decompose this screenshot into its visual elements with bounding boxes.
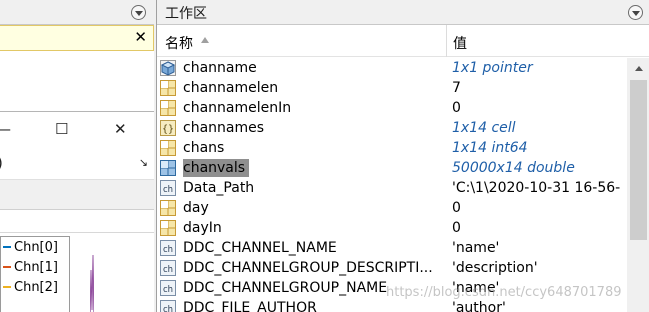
variable-name[interactable]: channamelenIn (183, 99, 295, 117)
variable-value[interactable]: 'description' (452, 259, 538, 277)
variable-name[interactable]: chanvals (183, 159, 250, 177)
figure-toolstrip (0, 180, 154, 210)
dock-arrow-icon[interactable]: ↘ (139, 156, 148, 169)
legend-label: Chn[0] (14, 239, 58, 255)
variable-row[interactable]: chans 1x14 int64 (157, 138, 627, 158)
char-icon: ch (160, 240, 176, 256)
variable-row[interactable]: day 0 (157, 198, 627, 218)
svg-text:ch: ch (163, 245, 173, 255)
variable-row[interactable]: channamelenIn 0 (157, 98, 627, 118)
legend-entry: Chn[0] (3, 238, 58, 256)
variable-value[interactable]: 'name' (452, 239, 499, 257)
variable-name[interactable]: DDC_CHANNEL_NAME (183, 239, 341, 257)
numeric-icon (160, 200, 176, 216)
legend-entry: Chn[2] (3, 278, 58, 296)
plot-signal-trace (90, 254, 94, 312)
panel-menu-icon[interactable] (628, 5, 643, 20)
variable-row[interactable]: ch DDC_CHANNELGROUP_DESCRIPTI... 'descript… (157, 258, 627, 278)
column-header-value[interactable]: 值 (453, 33, 467, 53)
toolbar-partial-icon[interactable]: ) (0, 154, 3, 172)
plot-legend[interactable]: Chn[0] Chn[1] Chn[2] (0, 236, 70, 312)
notification-bar: ✕ (0, 25, 154, 51)
char-icon: ch (160, 280, 176, 296)
svg-text:{}: {} (162, 124, 174, 135)
vertical-scrollbar[interactable] (627, 58, 649, 312)
matrix-icon (160, 160, 176, 176)
left-pane: ✕ — ☐ ✕ ) ↘ Chn[0] Chn[1 (0, 0, 154, 312)
variable-name[interactable]: chans (183, 139, 228, 157)
left-panel-header (0, 0, 154, 25)
variable-row[interactable]: channamelen 7 (157, 78, 627, 98)
variable-name[interactable]: channame (183, 59, 261, 77)
scroll-up-icon[interactable] (627, 58, 649, 78)
variable-value[interactable]: 1x14 cell (452, 119, 516, 137)
variable-name[interactable]: Data_Path (183, 179, 258, 197)
numeric-icon (160, 80, 176, 96)
column-header-name[interactable]: 名称 (165, 33, 193, 53)
svg-text:ch: ch (163, 285, 173, 295)
close-button[interactable]: ✕ (114, 120, 127, 138)
legend-line-icon (3, 286, 11, 288)
workspace-column-header: 名称 值 (157, 25, 649, 57)
legend-line-icon (3, 266, 11, 268)
variable-name[interactable]: dayIn (183, 219, 226, 237)
variable-name[interactable]: channamelen (183, 79, 282, 97)
close-icon[interactable]: ✕ (134, 28, 147, 46)
variable-row[interactable]: ch Data_Path 'C:\1\2020-10-31 16-56- (157, 178, 627, 198)
variable-row[interactable]: ch DDC_FILE_AUTHOR 'author' (157, 298, 627, 312)
variable-row[interactable]: channame 1x1 pointer (157, 58, 627, 78)
variable-row[interactable]: dayIn 0 (157, 218, 627, 238)
variable-row[interactable]: ch DDC_CHANNEL_NAME 'name' (157, 238, 627, 258)
figure-titlebar: — ☐ ✕ (0, 112, 154, 148)
variable-value[interactable]: 'C:\1\2020-10-31 16-56- (452, 179, 620, 197)
svg-text:ch: ch (163, 185, 173, 195)
maximize-button[interactable]: ☐ (55, 120, 68, 138)
variable-value[interactable]: 7 (452, 79, 461, 97)
variable-value[interactable]: 1x1 pointer (452, 59, 533, 77)
svg-text:ch: ch (163, 305, 173, 312)
variable-list: channame 1x1 pointer channamelen 7 channamel… (157, 58, 627, 312)
pointer-icon (160, 60, 176, 76)
variable-name[interactable]: day (183, 199, 213, 217)
svg-text:ch: ch (163, 265, 173, 275)
variable-name[interactable]: channames (183, 119, 268, 137)
plot-area: Chn[0] Chn[1] Chn[2] (0, 210, 154, 312)
watermark-text: https://blog.csdn.net/ccy648701789 (386, 285, 622, 300)
legend-line-icon (3, 246, 11, 248)
variable-name[interactable]: DDC_FILE_AUTHOR (183, 299, 321, 312)
variable-value[interactable]: 'author' (452, 299, 506, 312)
variable-value[interactable]: 1x14 int64 (452, 139, 528, 157)
legend-label: Chn[2] (14, 279, 58, 295)
figure-window: — ☐ ✕ ) ↘ Chn[0] Chn[1] (0, 111, 154, 312)
command-area[interactable] (0, 51, 154, 111)
numeric-icon (160, 100, 176, 116)
numeric-icon (160, 220, 176, 236)
char-icon: ch (160, 300, 176, 312)
variable-value[interactable]: 50000x14 double (452, 159, 575, 177)
sort-ascending-icon[interactable] (201, 37, 209, 43)
legend-label: Chn[1] (14, 259, 58, 275)
char-icon: ch (160, 260, 176, 276)
workspace-panel: 工作区 名称 值 channame 1x1 pointer channamelen 7… (156, 0, 649, 312)
variable-value[interactable]: 0 (452, 199, 461, 217)
cell-icon: {} (160, 120, 176, 136)
figure-toolbar: ) ↘ (0, 148, 154, 180)
variable-value[interactable]: 0 (452, 219, 461, 237)
workspace-title: 工作区 (165, 6, 207, 22)
variable-name[interactable]: DDC_CHANNELGROUP_NAME (183, 279, 391, 297)
variable-name[interactable]: DDC_CHANNELGROUP_DESCRIPTI... (183, 259, 437, 277)
variable-value[interactable]: 0 (452, 99, 461, 117)
column-divider[interactable] (446, 25, 447, 57)
variable-row[interactable]: {} channames 1x14 cell (157, 118, 627, 138)
panel-menu-icon[interactable] (131, 5, 146, 20)
scroll-thumb[interactable] (630, 80, 647, 240)
numeric-icon (160, 140, 176, 156)
minimize-button[interactable]: — (0, 120, 11, 138)
workspace-titlebar: 工作区 (157, 0, 649, 25)
plot-axis-line (0, 232, 154, 233)
char-icon: ch (160, 180, 176, 196)
variable-row[interactable]: chanvals 50000x14 double (157, 158, 627, 178)
legend-entry: Chn[1] (3, 258, 58, 276)
